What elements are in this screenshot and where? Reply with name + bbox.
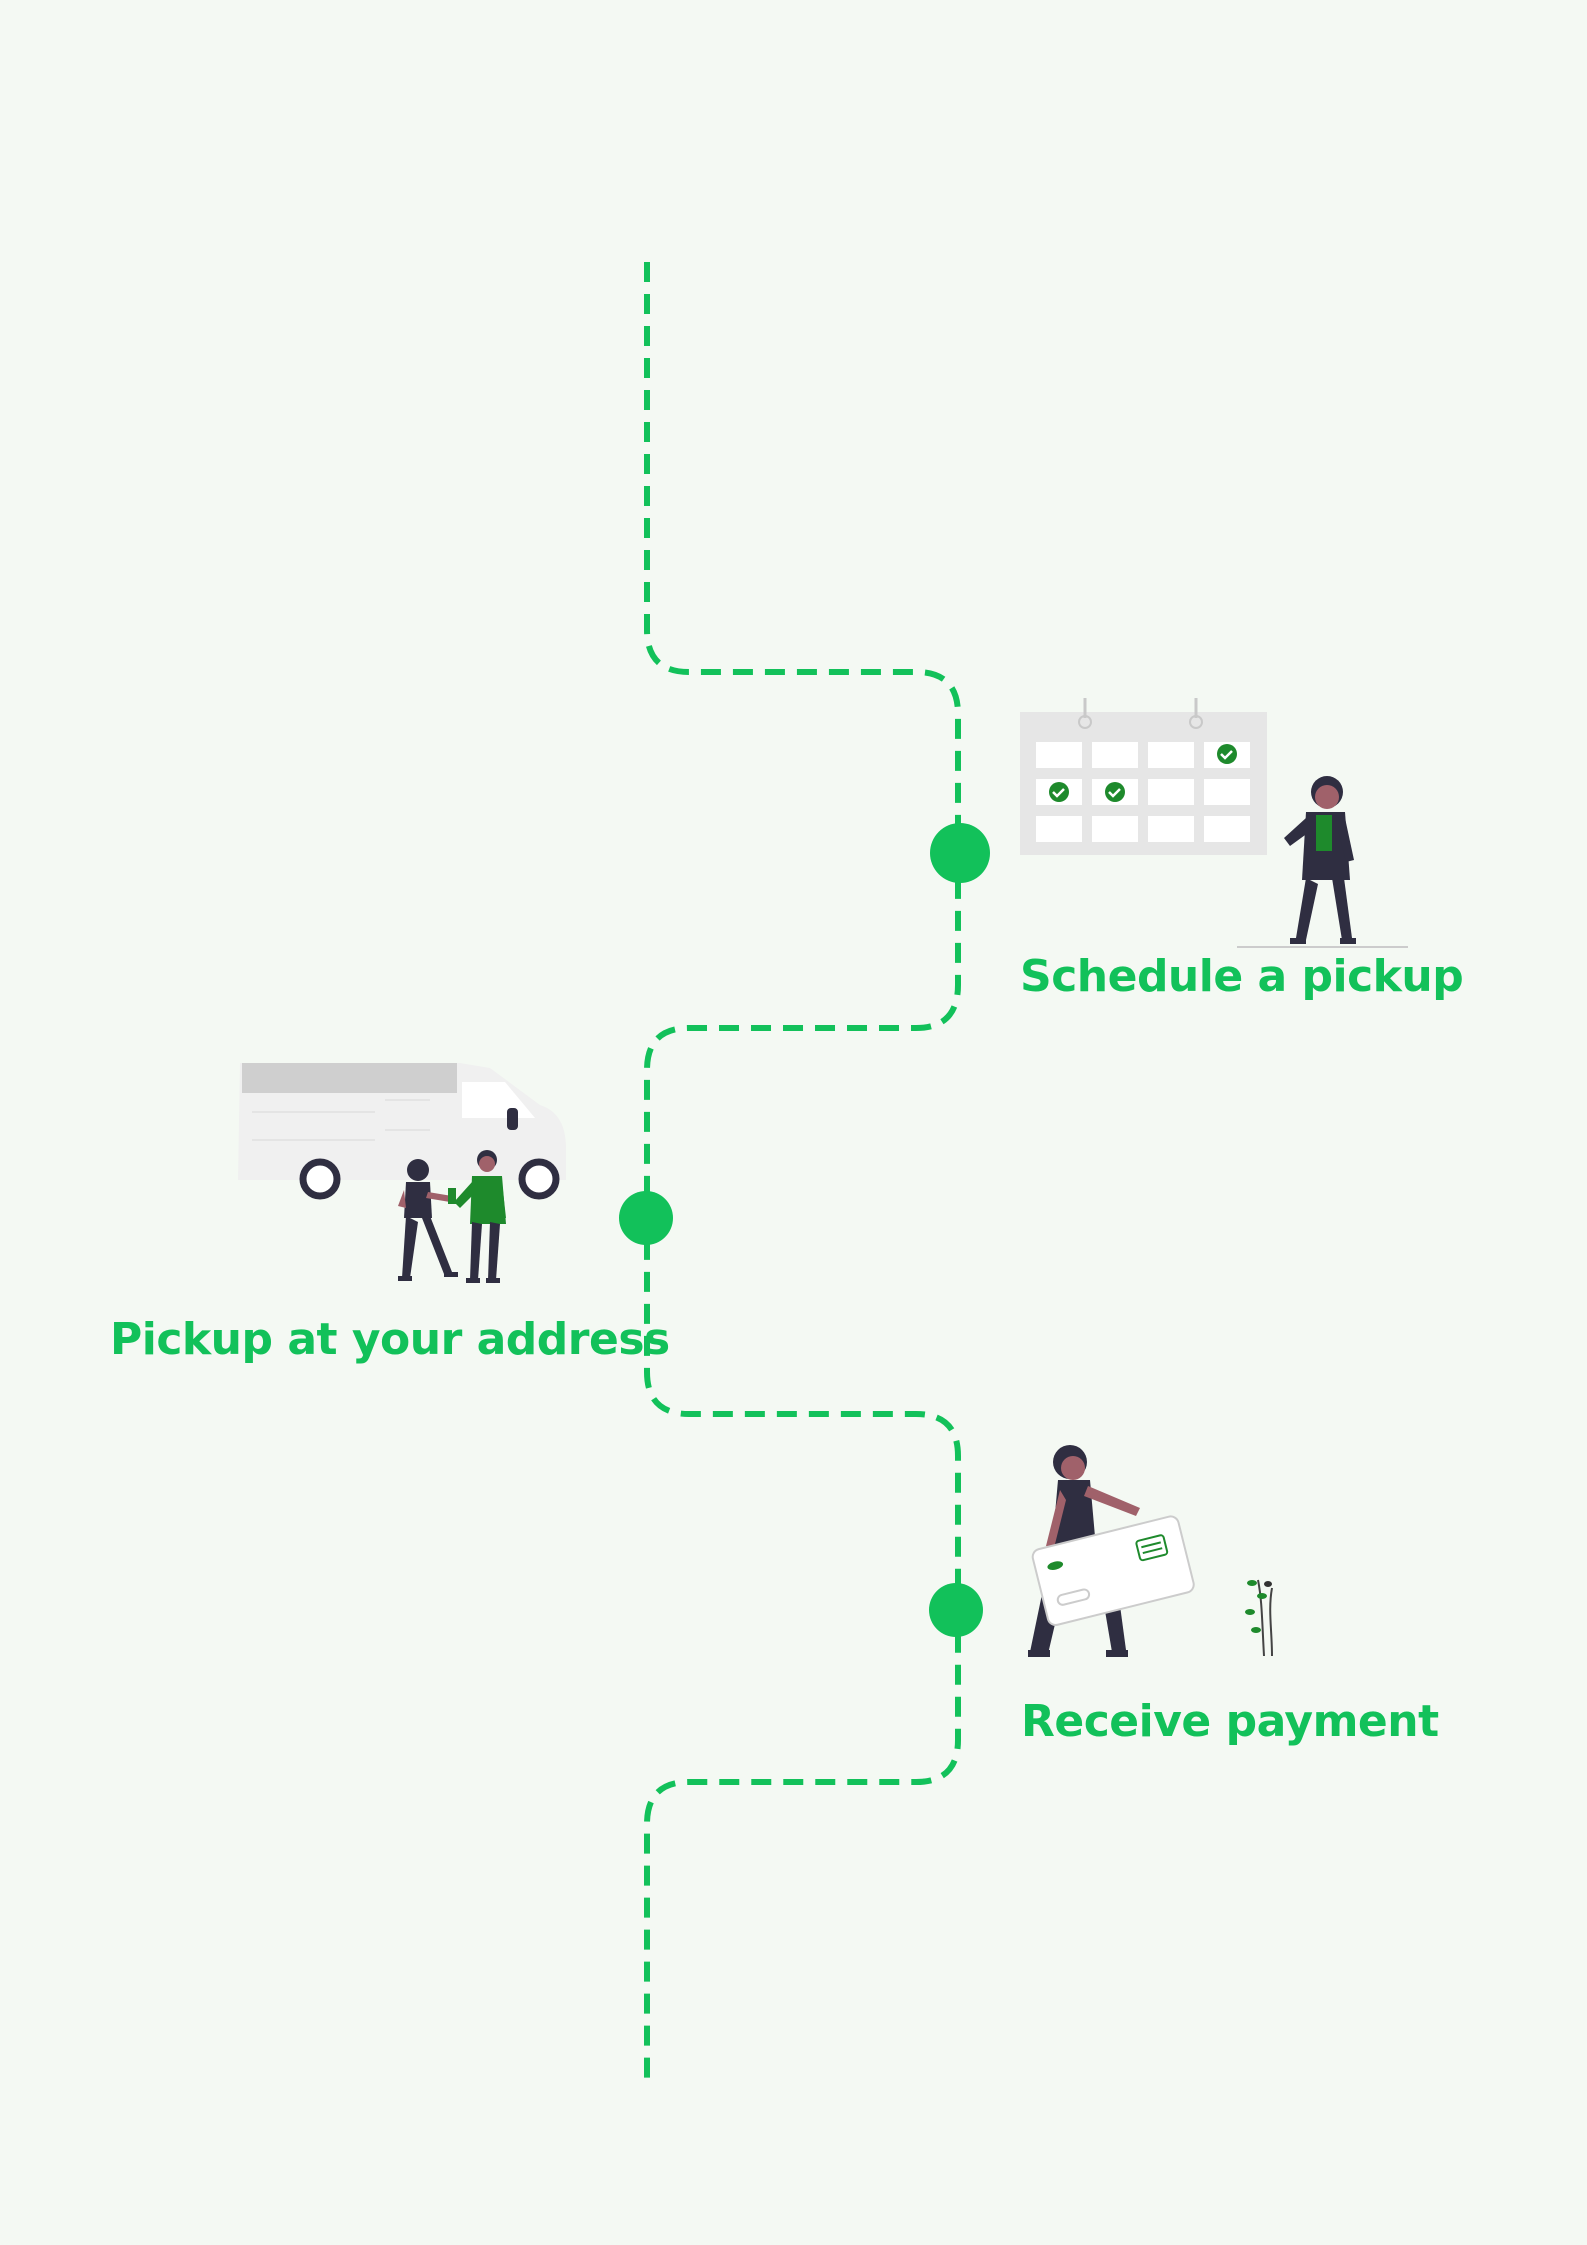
timeline-diagram: [238, 262, 1408, 2088]
timeline-node-1: [930, 823, 990, 883]
plant-icon: [1245, 1579, 1273, 1657]
step-label-pickup-address: Pickup at your address: [110, 1314, 670, 1365]
delivery-van-people-icon: [238, 1063, 566, 1283]
timeline-path: [644, 262, 961, 2088]
calendar-person-icon: [1020, 698, 1408, 948]
step-label-receive-payment: Receive payment: [1021, 1696, 1439, 1747]
timeline-node-2: [619, 1191, 673, 1245]
timeline-node-3: [929, 1583, 983, 1637]
person-holding-card-icon: [1028, 1445, 1273, 1657]
step-label-schedule-pickup: Schedule a pickup: [1020, 951, 1464, 1002]
